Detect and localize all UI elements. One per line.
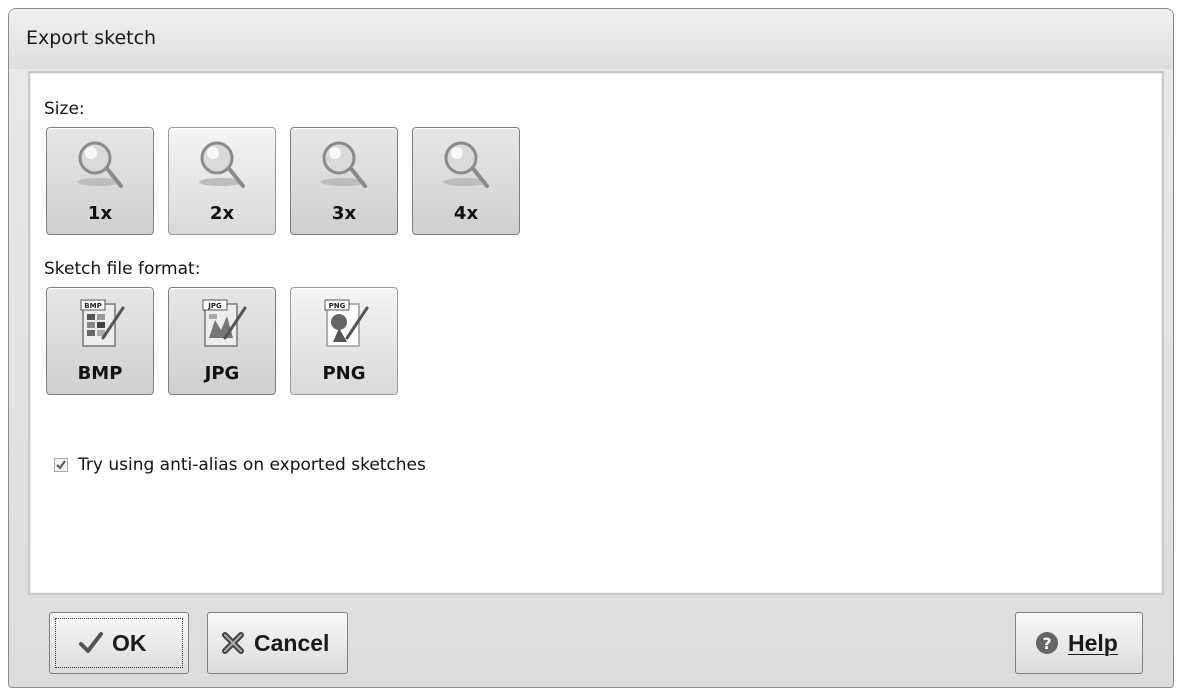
- svg-text:BMP: BMP: [84, 302, 101, 310]
- ok-button[interactable]: OK: [49, 612, 189, 674]
- checkmark-icon: [56, 460, 66, 470]
- svg-text:JPG: JPG: [207, 302, 222, 310]
- help-button[interactable]: ? Help: [1015, 612, 1143, 674]
- png-file-icon: PNG: [324, 299, 369, 347]
- format-png-button[interactable]: PNG PNG: [290, 287, 398, 395]
- cross-icon: [222, 632, 244, 654]
- format-option-label: BMP: [77, 363, 123, 384]
- title-bar: Export sketch: [9, 9, 1173, 69]
- size-3x-button[interactable]: 3x: [290, 127, 398, 235]
- dialog-title: Export sketch: [26, 27, 157, 49]
- zoom-icon: [321, 141, 367, 188]
- bmp-file-icon: BMP: [80, 299, 125, 347]
- format-option-label: PNG: [322, 363, 366, 384]
- size-label: Size:: [44, 99, 85, 119]
- antialias-label: Try using anti-alias on exported sketche…: [78, 455, 426, 475]
- format-bmp-button[interactable]: BMP BMP: [46, 287, 154, 395]
- format-option-label: JPG: [204, 363, 240, 384]
- size-option-label: 1x: [87, 203, 113, 224]
- cancel-button[interactable]: Cancel: [207, 612, 348, 674]
- size-option-label: 4x: [453, 203, 479, 224]
- dialog-content: Size: 1x 2x 3x 4x Sketch file format: BM…: [28, 71, 1164, 595]
- size-option-label: 3x: [331, 203, 357, 224]
- cancel-label: Cancel: [254, 629, 330, 656]
- size-4x-button[interactable]: 4x: [412, 127, 520, 235]
- question-icon: ?: [1036, 632, 1058, 654]
- format-jpg-button[interactable]: JPG JPG: [168, 287, 276, 395]
- export-sketch-dialog: Export sketch Size: 1x 2x 3x 4x Sketch f…: [8, 8, 1174, 688]
- size-2x-button[interactable]: 2x: [168, 127, 276, 235]
- svg-text:PNG: PNG: [329, 302, 346, 310]
- format-label: Sketch file format:: [44, 259, 201, 279]
- zoom-icon: [443, 141, 489, 188]
- zoom-icon: [199, 141, 245, 188]
- checkmark-icon: [79, 632, 103, 653]
- size-1x-button[interactable]: 1x: [46, 127, 154, 235]
- svg-text:?: ?: [1042, 634, 1051, 653]
- size-option-label: 2x: [209, 203, 235, 224]
- zoom-icon: [77, 141, 123, 188]
- jpg-file-icon: JPG: [202, 299, 247, 347]
- ok-label: OK: [112, 629, 147, 656]
- antialias-checkbox[interactable]: [54, 458, 68, 472]
- help-label: Help: [1068, 629, 1118, 656]
